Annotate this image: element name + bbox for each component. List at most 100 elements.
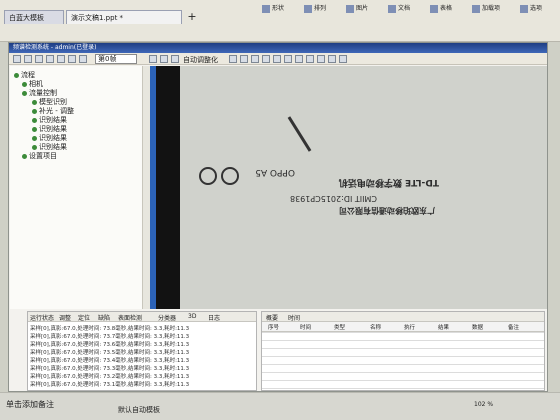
tree-item[interactable]: 识别结果	[32, 133, 67, 142]
ribbon-item-picture[interactable]: 图片	[346, 3, 368, 17]
ribbon-label: 选项	[530, 5, 543, 12]
notes-placeholder[interactable]: 单击添加备注	[6, 399, 96, 409]
frame-select[interactable]: 第0帧	[95, 54, 137, 64]
ribbon-label: 形状	[272, 5, 285, 12]
ribbon-item-document[interactable]: 文档	[388, 3, 410, 17]
pause-icon[interactable]	[328, 55, 336, 63]
log-tab[interactable]: 3D	[188, 313, 196, 321]
link-icon[interactable]	[251, 55, 259, 63]
play-icon[interactable]	[317, 55, 325, 63]
run-icon[interactable]	[35, 55, 43, 63]
auto-fit-label[interactable]: 自动调整化	[183, 55, 223, 64]
settings-icon[interactable]	[57, 55, 65, 63]
node-icon	[32, 108, 37, 114]
ribbon-item-shape[interactable]: 形状	[262, 3, 284, 17]
grid-icon[interactable]	[171, 55, 179, 63]
ribbon-item-table[interactable]: 表格	[430, 3, 452, 17]
ribbon-item-addin[interactable]: 加载项	[472, 3, 500, 17]
table-grid	[262, 332, 544, 390]
image-text: OPPO A5	[255, 167, 295, 177]
tree-item[interactable]: 设置项目	[22, 151, 57, 160]
fit-icon[interactable]	[160, 55, 168, 63]
zoom-in-icon[interactable]	[68, 55, 76, 63]
column-header[interactable]: 执行	[404, 323, 415, 331]
tree-label: 设置项目	[29, 152, 57, 160]
log-tab[interactable]: 表面检测	[118, 313, 142, 322]
node-icon	[32, 117, 37, 123]
stop-icon[interactable]	[339, 55, 347, 63]
option-icon	[520, 4, 528, 13]
table-tab[interactable]: 时间	[288, 313, 300, 322]
crop-icon[interactable]	[149, 55, 157, 63]
open-icon[interactable]	[13, 55, 21, 63]
tree-item[interactable]: 模型识别	[32, 97, 67, 106]
capture-icon[interactable]	[295, 55, 303, 63]
ribbon-label: 加载项	[482, 5, 501, 12]
zoom-control[interactable]: 102 %	[474, 401, 552, 411]
log-tab[interactable]: 运行状态	[30, 313, 54, 322]
tree-item[interactable]: 识别结果	[32, 142, 67, 151]
ribbon-item-arrange[interactable]: 排列	[304, 3, 326, 17]
tree-item[interactable]: 相机	[22, 79, 43, 88]
table-tab[interactable]: 概要	[266, 313, 278, 322]
log-line: 采样[0],真影:67.0,处理时间: 73.2毫秒,结果时间: 3.3,耗时:…	[30, 374, 190, 380]
addin-icon	[472, 4, 480, 13]
record-icon[interactable]	[306, 55, 314, 63]
log-tab[interactable]: 缺陷	[98, 313, 110, 322]
new-tab-button[interactable]: +	[186, 10, 198, 24]
image-margin	[156, 66, 180, 309]
view-icon[interactable]	[262, 55, 270, 63]
log-tab[interactable]: 定位	[78, 313, 90, 322]
column-header[interactable]: 类型	[334, 323, 345, 331]
template-label: 默认自动模板	[118, 406, 160, 414]
recycle-icon	[199, 167, 217, 185]
folder-icon	[14, 72, 19, 78]
ribbon-groups: 形状 排列 图片 文档 表格 加载项 选项	[262, 0, 560, 40]
node-icon	[32, 126, 37, 132]
log-tab[interactable]: 日志	[208, 313, 220, 322]
column-header[interactable]: 结果	[438, 323, 449, 331]
node-icon	[32, 144, 37, 150]
node-icon	[32, 135, 37, 141]
tree-item[interactable]: 识别结果	[32, 115, 67, 124]
log-tab[interactable]: 分类器	[158, 313, 176, 322]
image-text: 广东欧珀移动通信有限公司	[339, 206, 435, 215]
log-panel: 运行状态 调整 定位 缺陷 表面检测 分类器 3D 日志 采样[0],真影:67…	[27, 311, 257, 391]
log-line: 采样[0],真影:67.0,处理时间: 73.6毫秒,结果时间: 3.3,耗时:…	[30, 342, 190, 348]
tree-label: 流量控制	[29, 89, 57, 97]
window-title: 频谱检测系统 - admin(已登录)	[9, 43, 547, 53]
tree-item[interactable]: 流量控制	[22, 88, 57, 97]
tree-item[interactable]: 流程	[14, 70, 35, 79]
column-header[interactable]: 名称	[370, 323, 381, 331]
tab-presentation[interactable]: 演示文稿1.ppt *	[66, 10, 182, 24]
tree-label: 识别结果	[39, 116, 67, 124]
tree-item[interactable]: 补光 - 调整	[32, 106, 74, 115]
column-header[interactable]: 数据	[472, 323, 483, 331]
log-line: 采样[0],真影:67.0,处理时间: 73.7毫秒,结果时间: 3.3,耗时:…	[30, 334, 190, 340]
tree-scrollbar[interactable]	[142, 66, 150, 309]
tab-template[interactable]: 白蓝大模板	[4, 10, 64, 24]
ribbon-item-option[interactable]: 选项	[520, 3, 542, 17]
camera-icon[interactable]	[284, 55, 292, 63]
tree-label: 识别结果	[39, 125, 67, 133]
column-header[interactable]: 序号	[268, 323, 279, 331]
column-header[interactable]: 时间	[300, 323, 311, 331]
tree-label: 模型识别	[39, 98, 67, 106]
column-header[interactable]: 备注	[508, 323, 519, 331]
save-icon[interactable]	[24, 55, 32, 63]
tree-item[interactable]: 识别结果	[32, 124, 67, 133]
zoom-out-icon[interactable]	[79, 55, 87, 63]
picture-icon	[346, 4, 354, 13]
image-viewer[interactable]: 广东欧珀移动通信有限公司 CMIIT ID:2015CP1938 TD-LTE …	[180, 66, 547, 309]
stop-icon[interactable]	[46, 55, 54, 63]
rotated-image: 广东欧珀移动通信有限公司 CMIIT ID:2015CP1938 TD-LTE …	[180, 66, 547, 309]
table-icon	[430, 4, 438, 13]
log-tab[interactable]: 调整	[59, 313, 71, 322]
shape-icon	[262, 4, 270, 13]
arrange-icon	[304, 4, 312, 13]
search-icon[interactable]	[240, 55, 248, 63]
search-icon[interactable]	[229, 55, 237, 63]
print-icon[interactable]	[273, 55, 281, 63]
folder-icon	[22, 153, 27, 159]
log-line: 采样[0],真影:67.0,处理时间: 73.5毫秒,结果时间: 3.3,耗时:…	[30, 350, 190, 356]
